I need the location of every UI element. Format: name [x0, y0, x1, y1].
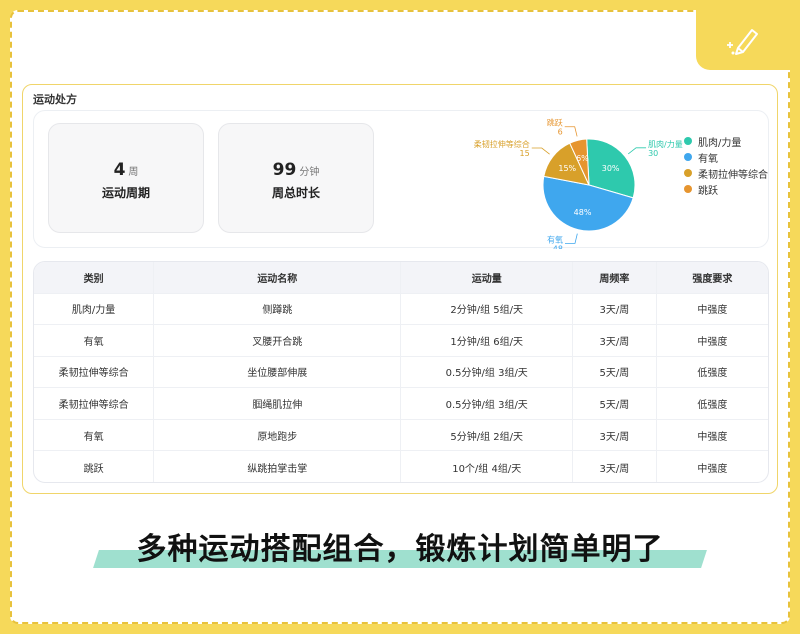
legend-item: 柔韧拉伸等综合: [684, 165, 768, 181]
summary-card: 4周 运动周期 99 分钟 周总时长 30% 肌肉/力量 30 48% 有氧 48 15% 柔韧…: [33, 110, 769, 249]
cell-name: 原地跑步: [153, 418, 402, 451]
cell-volume: 1分钟/组 6组/天: [400, 324, 573, 357]
exercise-prescription-panel: 运动处方 4周 运动周期 99 分钟 周总时长 30% 肌肉/力量 30 48% 有氧 48…: [22, 84, 778, 494]
table-row: 肌肉/力量 侧蹲跳 2分钟/组 5组/天 3天/周 中强度: [34, 292, 768, 325]
pie-leader-line: [564, 233, 578, 244]
cell-category: 有氧: [34, 418, 155, 451]
banner-text: 多种运动搭配组合，锻炼计划简单明了: [136, 532, 664, 567]
cell-intensity: 中强度: [656, 292, 768, 325]
stat-cycle-unit: 周: [128, 167, 139, 178]
cell-name: 腘绳肌拉伸: [153, 387, 402, 420]
stat-duration-label: 周总时长: [271, 186, 320, 200]
panel-title: 运动处方: [33, 93, 77, 106]
pie-leader-line: [531, 147, 550, 155]
column-header-category: 类别: [34, 262, 155, 293]
stat-cycle-label: 运动周期: [101, 186, 150, 200]
legend-label: 跳跃: [698, 185, 718, 197]
cell-category: 柔韧拉伸等综合: [34, 355, 155, 388]
cell-intensity: 中强度: [656, 450, 768, 482]
column-header-intensity: 强度要求: [656, 262, 768, 293]
legend-label: 有氧: [698, 153, 718, 165]
cell-name: 坐位腰部伸展: [153, 355, 402, 388]
cell-intensity: 低强度: [656, 355, 768, 388]
pie-category-label: 肌肉/力量: [648, 139, 683, 149]
pie-percent-label: 15%: [558, 164, 576, 173]
table-header-row: 类别 运动名称 运动量 周频率 强度要求: [34, 262, 768, 293]
cell-volume: 0.5分钟/组 3组/天: [400, 355, 573, 388]
column-header-volume: 运动量: [400, 262, 573, 293]
pie-leader-line: [627, 147, 647, 155]
stat-weekly-duration: 99 分钟 周总时长: [218, 123, 374, 233]
cell-volume: 0.5分钟/组 3组/天: [400, 387, 573, 420]
pie-value-label: 15: [520, 149, 530, 158]
cell-category: 肌肉/力量: [34, 292, 155, 325]
legend-swatch: [684, 153, 692, 161]
stat-cycle: 4周 运动周期: [48, 123, 204, 233]
cell-intensity: 中强度: [656, 418, 768, 451]
corner-badge: [696, 10, 790, 70]
pie-value-label: 6: [558, 128, 563, 137]
stat-duration-unit: 分钟: [299, 167, 320, 178]
pie-value-label: 48: [553, 244, 563, 249]
table-row: 柔韧拉伸等综合 腘绳肌拉伸 0.5分钟/组 3组/天 5天/周 低强度: [34, 387, 768, 420]
table-row: 有氧 原地跑步 5分钟/组 2组/天 3天/周 中强度: [34, 418, 768, 451]
legend-swatch: [684, 137, 692, 145]
cell-frequency: 3天/周: [572, 324, 657, 357]
exercise-table: 类别 运动名称 运动量 周频率 强度要求 肌肉/力量 侧蹲跳 2分钟/组 5组/…: [33, 261, 769, 483]
stat-cycle-value: 4: [113, 160, 126, 180]
legend-label: 肌肉/力量: [698, 137, 742, 149]
cell-frequency: 3天/周: [572, 292, 657, 325]
legend-item: 跳跃: [684, 181, 768, 197]
legend-item: 肌肉/力量: [684, 133, 768, 149]
legend-label: 柔韧拉伸等综合: [698, 169, 768, 181]
cell-volume: 2分钟/组 5组/天: [400, 292, 573, 325]
legend-swatch: [684, 185, 692, 193]
stat-cycle-value-row: 4周: [49, 160, 203, 180]
cell-name: 侧蹲跳: [153, 292, 402, 325]
stat-duration-value: 99: [272, 160, 297, 180]
cell-volume: 5分钟/组 2组/天: [400, 418, 573, 451]
legend-item: 有氧: [684, 149, 768, 165]
pie-value-label: 30: [648, 149, 658, 158]
pie-leader-line: [564, 126, 578, 137]
pie-percent-label: 6%: [576, 154, 589, 163]
stat-duration-value-row: 99 分钟: [219, 160, 373, 180]
column-header-frequency: 周频率: [572, 262, 657, 293]
cell-category: 有氧: [34, 324, 155, 357]
chart-legend: 肌肉/力量 有氧 柔韧拉伸等综合 跳跃: [684, 133, 768, 197]
cell-category: 柔韧拉伸等综合: [34, 387, 155, 420]
slogan-banner: 多种运动搭配组合，锻炼计划简单明了: [93, 518, 707, 574]
cell-name: 叉腰开合跳: [153, 324, 402, 357]
table-row: 有氧 叉腰开合跳 1分钟/组 6组/天 3天/周 中强度: [34, 324, 768, 357]
cell-intensity: 低强度: [656, 387, 768, 420]
pie-category-label: 柔韧拉伸等综合: [474, 139, 530, 149]
pen-sparkle-icon: [727, 29, 758, 55]
cell-frequency: 5天/周: [572, 387, 657, 420]
cell-intensity: 中强度: [656, 324, 768, 357]
cell-frequency: 5天/周: [572, 355, 657, 388]
pie-percent-label: 30%: [602, 164, 620, 173]
cell-name: 纵跳拍掌击掌: [153, 450, 402, 482]
table-row: 柔韧拉伸等综合 坐位腰部伸展 0.5分钟/组 3组/天 5天/周 低强度: [34, 355, 768, 388]
table-row: 跳跃 纵跳拍掌击掌 10个/组 4组/天 3天/周 中强度: [34, 450, 768, 482]
pie-category-label: 有氧: [547, 234, 563, 244]
legend-swatch: [684, 169, 692, 177]
cell-category: 跳跃: [34, 450, 155, 482]
pie-category-label: 跳跃: [547, 118, 563, 128]
cell-frequency: 3天/周: [572, 418, 657, 451]
cell-volume: 10个/组 4组/天: [400, 450, 573, 482]
pie-percent-label: 48%: [574, 208, 592, 217]
column-header-name: 运动名称: [153, 262, 402, 293]
cell-frequency: 3天/周: [572, 450, 657, 482]
pie-chart: 30% 肌肉/力量30 48% 有氧48 15% 柔韧拉伸等综合15 6% 跳跃6: [474, 118, 683, 249]
